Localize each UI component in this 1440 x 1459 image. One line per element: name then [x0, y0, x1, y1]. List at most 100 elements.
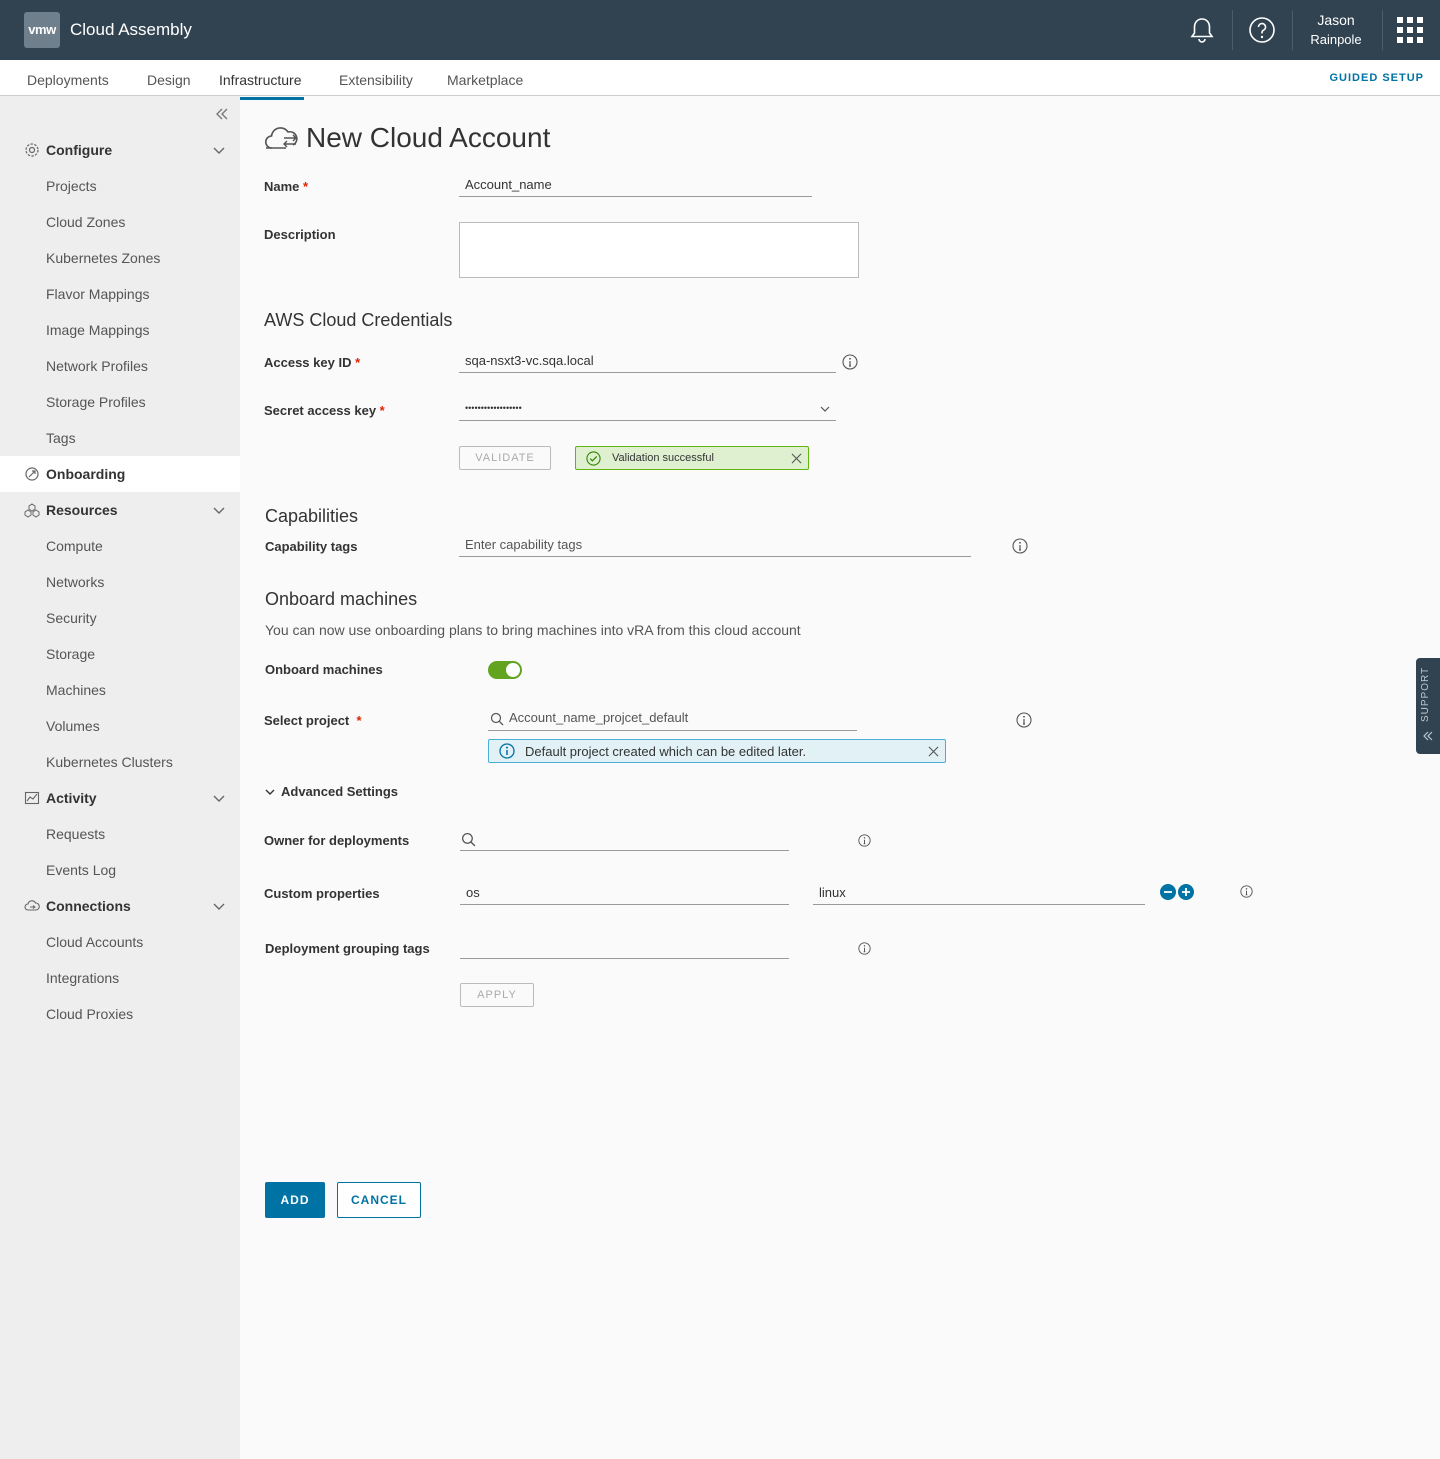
- user-menu[interactable]: Jason Rainpole: [1300, 10, 1372, 50]
- chevron-down-icon[interactable]: [212, 144, 226, 158]
- add-button[interactable]: ADD: [265, 1182, 325, 1218]
- chevron-down-icon[interactable]: [212, 504, 226, 518]
- secret-key-select[interactable]: ••••••••••••••••••: [459, 397, 836, 421]
- access-key-input[interactable]: [459, 349, 836, 373]
- sidebar-item-image-mappings[interactable]: Image Mappings: [46, 322, 150, 338]
- sidebar-item-networks[interactable]: Networks: [46, 574, 104, 590]
- help-icon[interactable]: [1246, 14, 1278, 46]
- header-divider: [1232, 10, 1233, 50]
- sidebar-item-integrations[interactable]: Integrations: [46, 970, 119, 986]
- close-icon[interactable]: [928, 746, 939, 757]
- sidebar-item-machines[interactable]: Machines: [46, 682, 106, 698]
- sidebar-item-projects[interactable]: Projects: [46, 178, 97, 194]
- cancel-button[interactable]: CANCEL: [337, 1182, 421, 1218]
- chevron-down-icon: [265, 789, 275, 795]
- advanced-settings-label: Advanced Settings: [281, 784, 399, 799]
- chevron-down-icon[interactable]: [212, 900, 226, 914]
- tab-extensibility[interactable]: Extensibility: [339, 72, 413, 97]
- custom-property-key-input[interactable]: [460, 881, 789, 905]
- toggle-knob: [506, 663, 520, 677]
- sidebar-group-resources[interactable]: Resources: [0, 492, 240, 528]
- info-icon[interactable]: [858, 834, 871, 847]
- custom-property-value-input[interactable]: [813, 881, 1145, 905]
- sidebar-item-security[interactable]: Security: [46, 610, 97, 626]
- select-project-input[interactable]: Account_name_projcet_default: [488, 707, 857, 731]
- sidebar-item-kubernetes-clusters[interactable]: Kubernetes Clusters: [46, 754, 173, 770]
- info-icon[interactable]: [1016, 712, 1032, 728]
- sidebar-group-label: Resources: [46, 502, 118, 518]
- bell-icon[interactable]: [1186, 14, 1218, 46]
- info-icon[interactable]: [1240, 885, 1253, 898]
- tab-design[interactable]: Design: [147, 72, 191, 97]
- sidebar-group-onboarding[interactable]: Onboarding: [0, 456, 240, 492]
- collapse-sidebar-icon[interactable]: [214, 106, 230, 122]
- onboard-toggle-label: Onboard machines: [265, 662, 383, 677]
- description-textarea[interactable]: [459, 222, 859, 278]
- remove-property-icon[interactable]: [1160, 884, 1176, 900]
- select-project-label: Select project *: [264, 713, 362, 728]
- sidebar-item-flavor-mappings[interactable]: Flavor Mappings: [46, 286, 150, 302]
- access-key-label: Access key ID *: [264, 355, 361, 370]
- sidebar-item-tags[interactable]: Tags: [46, 430, 76, 446]
- onboarding-icon: [25, 467, 39, 481]
- check-circle-icon: [586, 451, 601, 466]
- capability-tags-input[interactable]: [459, 533, 971, 557]
- sidebar-group-connections[interactable]: Connections: [0, 888, 240, 924]
- double-chevron-icon: [1423, 731, 1433, 741]
- name-input[interactable]: [459, 173, 812, 197]
- main-content: New Cloud Account Name * Description AWS…: [240, 96, 1440, 1459]
- sidebar-item-requests[interactable]: Requests: [46, 826, 105, 842]
- validate-button[interactable]: VALIDATE: [459, 446, 551, 470]
- sidebar-item-network-profiles[interactable]: Network Profiles: [46, 358, 148, 374]
- info-icon[interactable]: [858, 942, 871, 955]
- owner-search-input[interactable]: [460, 827, 789, 851]
- gear-icon: [25, 143, 39, 157]
- capabilities-heading: Capabilities: [265, 506, 359, 526]
- selected-project-value: Account_name_projcet_default: [509, 710, 689, 725]
- validation-success-alert: Validation successful: [575, 446, 809, 470]
- onboard-description: You can now use onboarding plans to brin…: [265, 622, 801, 638]
- grouping-tags-label: Deployment grouping tags: [265, 941, 430, 956]
- tab-marketplace[interactable]: Marketplace: [447, 72, 523, 97]
- add-property-icon[interactable]: [1178, 884, 1194, 900]
- tab-deployments[interactable]: Deployments: [27, 72, 109, 97]
- capability-tags-label: Capability tags: [265, 539, 358, 554]
- sidebar-item-cloud-zones[interactable]: Cloud Zones: [46, 214, 125, 230]
- chevron-down-icon[interactable]: [212, 792, 226, 806]
- sidebar-item-cloud-accounts[interactable]: Cloud Accounts: [46, 934, 143, 950]
- owner-label: Owner for deployments: [264, 833, 410, 848]
- guided-setup-link[interactable]: GUIDED SETUP: [1329, 72, 1424, 84]
- sidebar-item-volumes[interactable]: Volumes: [46, 718, 100, 734]
- sidebar-item-kubernetes-zones[interactable]: Kubernetes Zones: [46, 250, 160, 266]
- sidebar-item-compute[interactable]: Compute: [46, 538, 103, 554]
- sidebar: Configure Projects Cloud Zones Kubernete…: [0, 96, 240, 1459]
- validation-message: Validation successful: [612, 452, 714, 464]
- sidebar-group-activity[interactable]: Activity: [0, 780, 240, 816]
- sidebar-group-configure[interactable]: Configure: [0, 132, 240, 168]
- sidebar-item-storage[interactable]: Storage: [46, 646, 95, 662]
- onboard-machines-heading: Onboard machines: [265, 589, 418, 609]
- info-icon[interactable]: [842, 354, 858, 370]
- close-icon[interactable]: [791, 453, 802, 464]
- page-title: New Cloud Account: [306, 122, 551, 153]
- aws-credentials-heading: AWS Cloud Credentials: [264, 310, 453, 330]
- app-grid-icon[interactable]: [1396, 16, 1424, 44]
- sidebar-group-label: Connections: [46, 898, 131, 914]
- name-label: Name *: [264, 179, 309, 194]
- sidebar-group-label: Activity: [46, 790, 97, 806]
- grouping-tags-input[interactable]: [460, 935, 789, 959]
- header-divider: [1382, 10, 1383, 50]
- sidebar-item-events-log[interactable]: Events Log: [46, 862, 116, 878]
- secret-key-label: Secret access key *: [264, 403, 385, 418]
- support-label: SUPPORT: [1420, 666, 1431, 722]
- info-icon[interactable]: [1012, 538, 1028, 554]
- user-first-name: Jason: [1317, 12, 1355, 28]
- activity-chart-icon: [24, 791, 40, 805]
- sidebar-item-storage-profiles[interactable]: Storage Profiles: [46, 394, 146, 410]
- support-tab[interactable]: SUPPORT: [1416, 658, 1440, 754]
- user-last-name: Rainpole: [1310, 32, 1362, 47]
- apply-button[interactable]: APPLY: [460, 983, 534, 1007]
- onboard-machines-toggle[interactable]: [488, 661, 522, 679]
- sidebar-item-cloud-proxies[interactable]: Cloud Proxies: [46, 1006, 133, 1022]
- app-title: Cloud Assembly: [70, 20, 192, 39]
